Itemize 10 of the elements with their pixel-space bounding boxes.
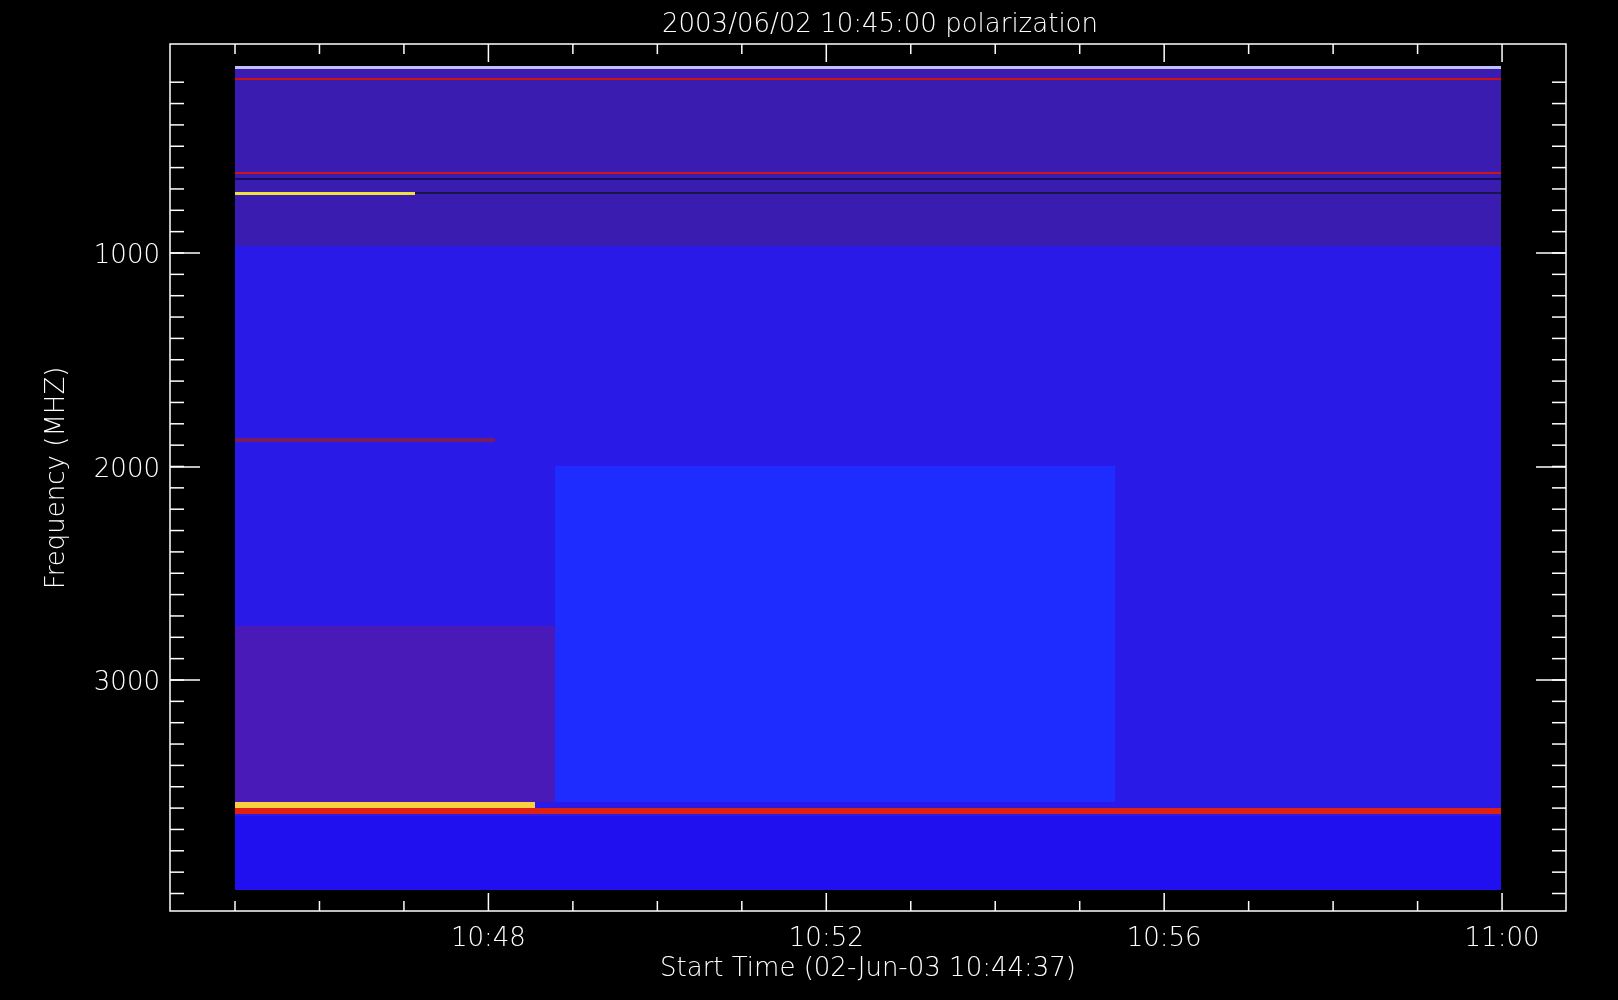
plot-title: 2003/06/02 10:45:00 polarization [662,8,1098,38]
y-tick-label: 3000 [93,666,160,696]
x-tick-label: 11:00 [1464,922,1540,952]
y-axis-label: Frequency (MHZ) [40,366,70,590]
x-axis-label: Start Time (02-Jun-03 10:44:37) [660,952,1076,982]
x-tick-label: 10:56 [1126,922,1202,952]
y-tick-label: 1000 [93,239,160,269]
y-tick-label: 2000 [93,453,160,483]
x-tick-label: 10:48 [450,922,526,952]
x-tick-label: 10:52 [788,922,864,952]
